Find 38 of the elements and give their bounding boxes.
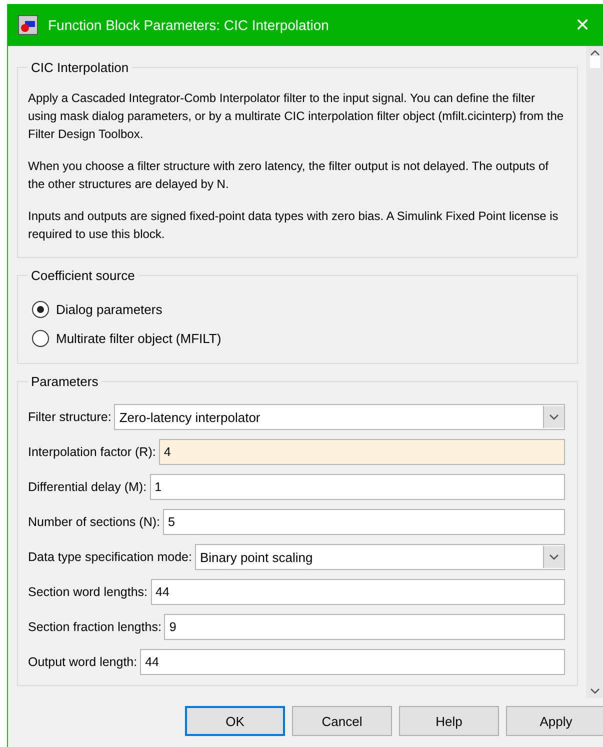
scroll-down-icon xyxy=(590,688,600,694)
dialog-button[interactable]: Apply xyxy=(506,706,603,736)
dialog-button[interactable]: Help xyxy=(399,706,499,736)
input-field[interactable]: 44 xyxy=(150,579,565,605)
field-label: Number of sections (N): xyxy=(28,515,160,529)
radio-button[interactable] xyxy=(32,330,49,347)
radio-button[interactable] xyxy=(32,301,49,318)
description-text: Apply a Cascaded Integrator-Comb Interpolator filter to the input signal. You can define the filter using mask dialog parameters, or by a multirate CIC interpolation filter object (mfilt.cicinterp) from the Filter Design Toolbox. xyxy=(28,90,565,143)
dialog-button[interactable]: OK xyxy=(185,706,285,736)
field-label: Section word lengths: xyxy=(28,585,148,599)
scroll-up-icon xyxy=(590,50,600,56)
field-label: Section fraction lengths: xyxy=(28,620,162,634)
field-label: Output word length: xyxy=(28,655,138,669)
input-field[interactable]: 9 xyxy=(164,614,565,640)
field-label: Data type specification mode: xyxy=(28,550,192,564)
group-legend: Parameters xyxy=(28,374,102,389)
chevron-down-icon xyxy=(549,554,559,560)
field-label: Filter structure: xyxy=(28,410,112,424)
field-label: Interpolation factor (R): xyxy=(28,445,156,459)
group-legend: Coefficient source xyxy=(28,268,138,283)
block-icon xyxy=(18,15,38,35)
description-text: Inputs and outputs are signed fixed-point data types with zero bias. A Simulink Fixed Point license is required to use this block. xyxy=(28,208,560,243)
scrollbar[interactable] xyxy=(586,46,603,698)
input-field[interactable]: 5 xyxy=(162,509,565,535)
dialog-button[interactable]: Cancel xyxy=(292,706,392,736)
input-field[interactable]: 1 xyxy=(150,474,565,500)
description-text: When you choose a filter structure with zero latency, the filter output is not delayed. The outputs of the other structures are delayed by N. xyxy=(28,158,550,193)
input-field[interactable]: 44 xyxy=(140,649,565,675)
dropdown[interactable]: Binary point scaling xyxy=(194,544,565,570)
radio-label[interactable]: Multirate filter object (MFILT) xyxy=(56,331,222,346)
scrollbar-thumb[interactable] xyxy=(590,56,600,68)
chevron-down-icon xyxy=(549,414,559,420)
window-title: Function Block Parameters: CIC Interpolation xyxy=(48,17,330,33)
input-field[interactable]: 4 xyxy=(158,439,565,465)
dropdown[interactable]: Zero-latency interpolator xyxy=(114,404,565,430)
field-label: Differential delay (M): xyxy=(28,480,147,494)
group-legend: CIC Interpolation xyxy=(28,60,132,75)
radio-label[interactable]: Dialog parameters xyxy=(56,302,162,317)
